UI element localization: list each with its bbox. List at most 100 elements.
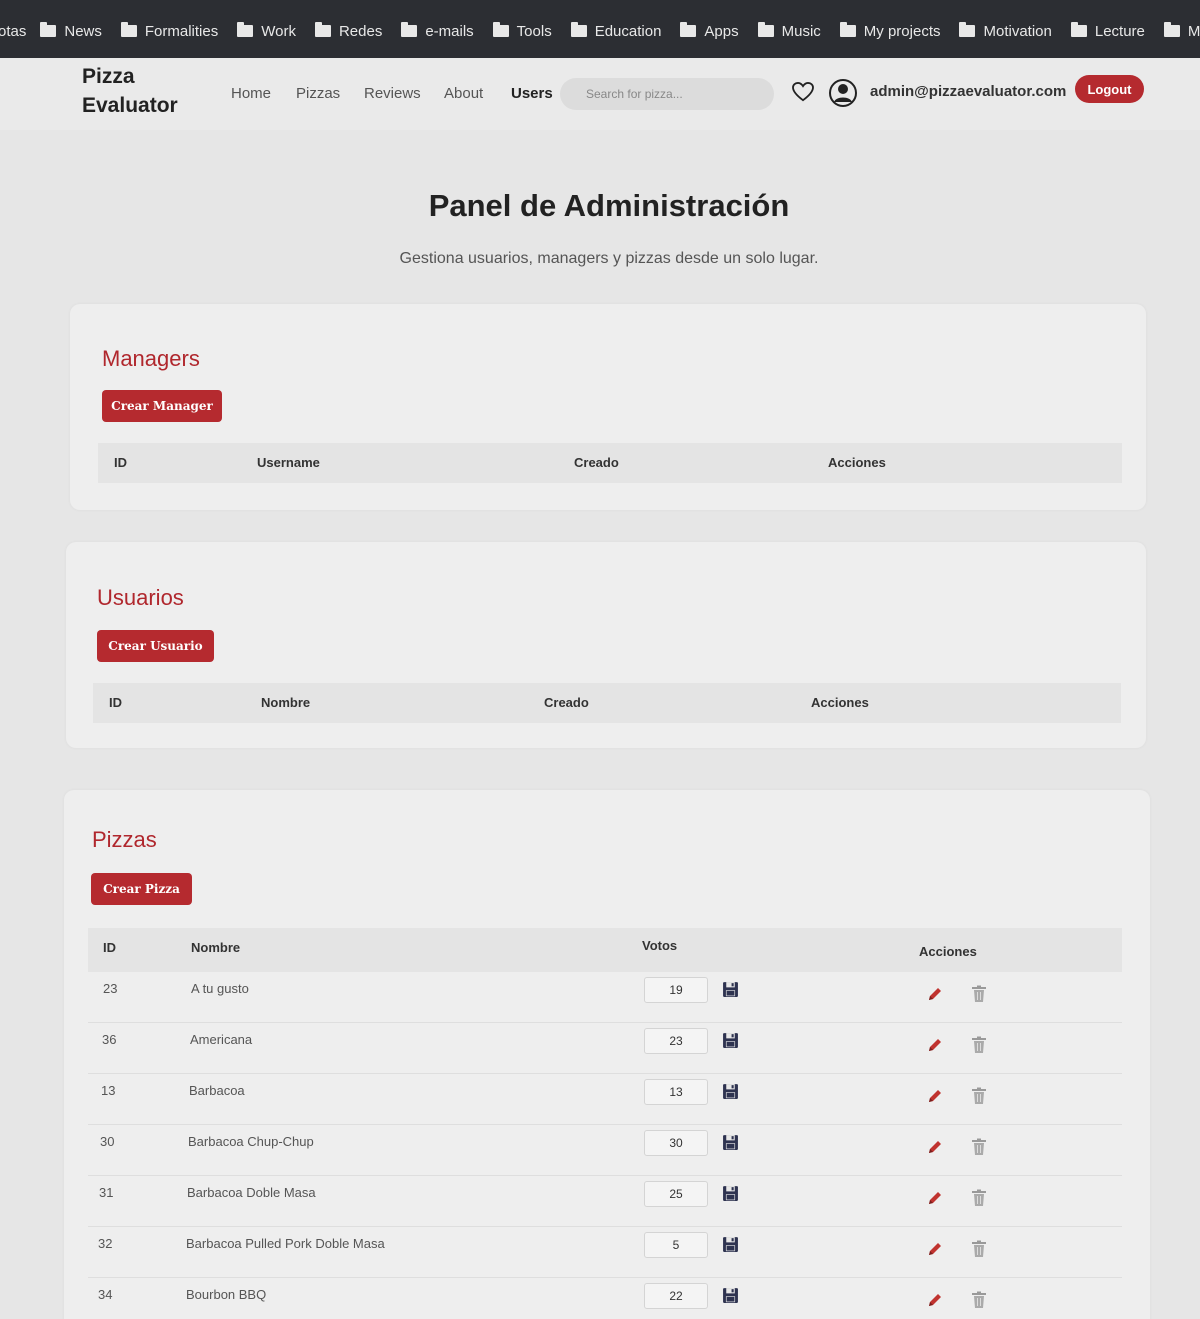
col-nombre: Nombre bbox=[191, 940, 241, 955]
votes-input[interactable] bbox=[644, 1283, 708, 1309]
folder-icon bbox=[680, 22, 697, 37]
trash-icon[interactable] bbox=[971, 1036, 987, 1059]
pizza-name: Barbacoa Doble Masa bbox=[187, 1185, 316, 1200]
col-acciones: Acciones bbox=[919, 944, 977, 959]
votes-input[interactable] bbox=[644, 1181, 708, 1207]
trash-icon[interactable] bbox=[971, 985, 987, 1008]
edit-icon[interactable] bbox=[926, 1036, 944, 1059]
pizza-name: Barbacoa Pulled Pork Doble Masa bbox=[186, 1236, 385, 1251]
save-icon[interactable] bbox=[722, 1083, 739, 1105]
trash-icon[interactable] bbox=[971, 1189, 987, 1212]
bookmark-tools[interactable]: Tools bbox=[492, 22, 552, 40]
edit-icon[interactable] bbox=[926, 1240, 944, 1263]
nav-reviews[interactable]: Reviews bbox=[364, 85, 421, 102]
pizza-id: 34 bbox=[98, 1287, 113, 1302]
votes-input[interactable] bbox=[644, 1130, 708, 1156]
nav-home[interactable]: Home bbox=[231, 85, 271, 102]
save-icon[interactable] bbox=[722, 1032, 739, 1054]
pizza-name: Barbacoa Chup-Chup bbox=[188, 1134, 314, 1149]
edit-icon[interactable] bbox=[926, 1138, 944, 1161]
bookmark-education[interactable]: Education bbox=[570, 22, 661, 40]
pizza-id: 13 bbox=[101, 1083, 116, 1098]
bookmark-work[interactable]: Work bbox=[237, 22, 296, 40]
logout-button[interactable]: Logout bbox=[1075, 75, 1144, 103]
folder-icon bbox=[120, 22, 137, 37]
create-user-button[interactable]: Crear Usuario bbox=[97, 630, 214, 662]
bookmark-redes[interactable]: Redes bbox=[314, 22, 382, 40]
pizzas-table-header: ID Nombre Votos Acciones bbox=[88, 928, 1122, 972]
page-title: Panel de Administración bbox=[428, 188, 790, 223]
col-nombre: Nombre bbox=[261, 695, 311, 710]
bookmark-motivation[interactable]: Motivation bbox=[959, 22, 1052, 40]
nav-users[interactable]: Users bbox=[511, 85, 553, 102]
navbar: Pizza Evaluator Home Pizzas Reviews Abou… bbox=[0, 58, 1200, 130]
trash-icon[interactable] bbox=[971, 1138, 987, 1161]
pizza-name: Americana bbox=[190, 1032, 253, 1047]
bookmark-formalities[interactable]: Formalities bbox=[120, 22, 218, 40]
col-creado: Creado bbox=[544, 695, 589, 710]
edit-icon[interactable] bbox=[926, 1087, 944, 1110]
col-id: ID bbox=[109, 695, 122, 710]
col-acciones: Acciones bbox=[828, 455, 886, 470]
col-creado: Creado bbox=[574, 455, 619, 470]
managers-table-header: ID Username Creado Acciones bbox=[98, 443, 1122, 483]
bookmark-partial[interactable]: otas bbox=[0, 23, 26, 40]
bookmark-apps[interactable]: Apps bbox=[680, 22, 739, 40]
nav-pizzas[interactable]: Pizzas bbox=[296, 85, 340, 102]
create-manager-button[interactable]: Crear Manager bbox=[102, 390, 222, 422]
folder-icon bbox=[492, 22, 509, 37]
edit-icon[interactable] bbox=[926, 1189, 944, 1212]
table-row: 34 Bourbon BBQ bbox=[88, 1278, 1122, 1319]
save-icon[interactable] bbox=[722, 1185, 739, 1207]
pizza-name: A tu gusto bbox=[191, 981, 249, 996]
save-icon[interactable] bbox=[722, 1287, 739, 1309]
col-acciones: Acciones bbox=[811, 695, 869, 710]
brand-line1: Pizza bbox=[82, 65, 135, 88]
bookmark-emails[interactable]: e-mails bbox=[401, 22, 474, 40]
save-icon[interactable] bbox=[722, 981, 739, 1003]
managers-title: Managers bbox=[102, 346, 200, 371]
save-icon[interactable] bbox=[722, 1236, 739, 1258]
pizza-id: 32 bbox=[98, 1236, 113, 1251]
votes-input[interactable] bbox=[644, 1232, 708, 1258]
folder-icon bbox=[1163, 22, 1180, 37]
folder-icon bbox=[314, 22, 331, 37]
folder-icon bbox=[757, 22, 774, 37]
folder-icon bbox=[1070, 22, 1087, 37]
trash-icon[interactable] bbox=[971, 1087, 987, 1110]
table-row: 31 Barbacoa Doble Masa bbox=[88, 1176, 1122, 1227]
col-username: Username bbox=[257, 455, 320, 470]
folder-icon bbox=[40, 22, 57, 37]
user-avatar-icon[interactable] bbox=[828, 78, 858, 113]
edit-icon[interactable] bbox=[926, 1291, 944, 1314]
trash-icon[interactable] bbox=[971, 1291, 987, 1314]
pizzas-title: Pizzas bbox=[92, 827, 157, 852]
table-row: 36 Americana bbox=[88, 1023, 1122, 1074]
edit-icon[interactable] bbox=[926, 985, 944, 1008]
user-email: admin@pizzaevaluator.com bbox=[870, 83, 1067, 100]
nav-about[interactable]: About bbox=[444, 85, 483, 102]
trash-icon[interactable] bbox=[971, 1240, 987, 1263]
bookmark-my-projects[interactable]: My projects bbox=[839, 22, 940, 40]
usuarios-title: Usuarios bbox=[97, 585, 184, 610]
table-row: 13 Barbacoa bbox=[88, 1074, 1122, 1125]
bookmark-lecture[interactable]: Lecture bbox=[1070, 22, 1145, 40]
save-icon[interactable] bbox=[722, 1134, 739, 1156]
search-input[interactable] bbox=[560, 78, 774, 110]
votes-input[interactable] bbox=[644, 1028, 708, 1054]
col-id: ID bbox=[114, 455, 127, 470]
folder-icon bbox=[570, 22, 587, 37]
pizza-id: 36 bbox=[102, 1032, 117, 1047]
col-id: ID bbox=[103, 940, 116, 955]
folder-icon bbox=[237, 22, 254, 37]
bookmark-m[interactable]: M bbox=[1163, 22, 1200, 40]
bookmark-music[interactable]: Music bbox=[757, 22, 821, 40]
page-subtitle: Gestiona usuarios, managers y pizzas des… bbox=[399, 250, 819, 267]
create-pizza-button[interactable]: Crear Pizza bbox=[91, 873, 192, 905]
brand-logo[interactable]: Pizza Evaluator bbox=[82, 62, 202, 120]
votes-input[interactable] bbox=[644, 977, 708, 1003]
pizza-id: 31 bbox=[99, 1185, 114, 1200]
bookmark-news[interactable]: News bbox=[40, 22, 102, 40]
heart-icon[interactable] bbox=[792, 81, 814, 107]
votes-input[interactable] bbox=[644, 1079, 708, 1105]
